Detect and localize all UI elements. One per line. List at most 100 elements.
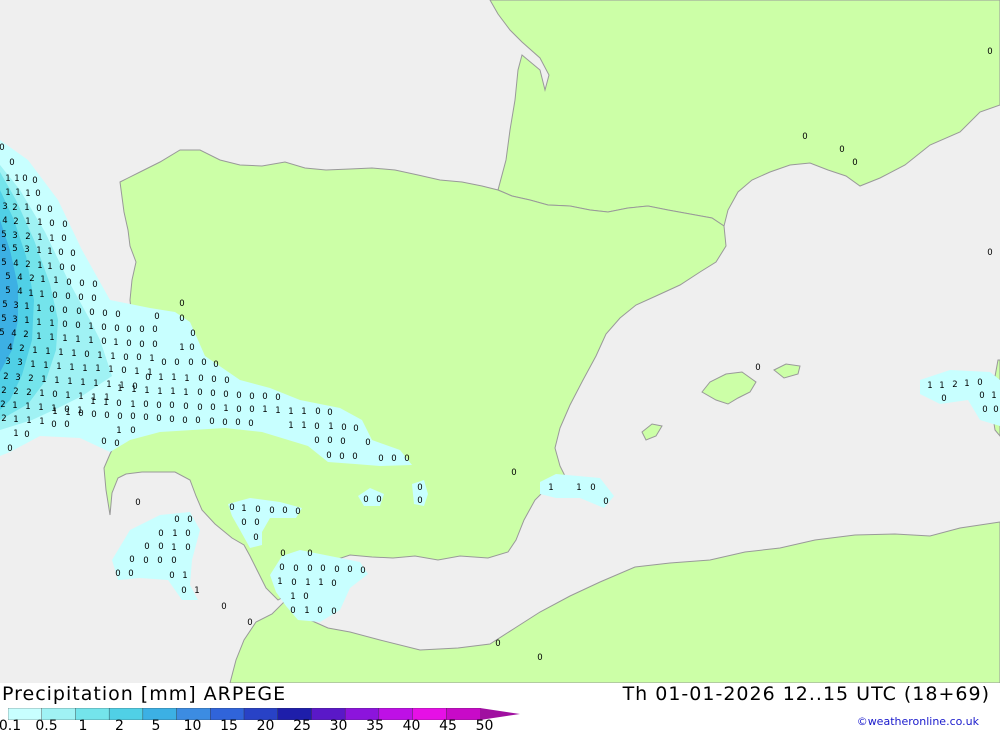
precip-value-label: 0 — [169, 415, 174, 425]
precip-value-label: 1 — [36, 332, 41, 342]
precip-value-label: 0 — [275, 393, 280, 403]
precip-value-label: 5 — [2, 300, 7, 310]
precip-value-label: 1 — [75, 335, 80, 345]
valid-time: Th 01-01-2026 12..15 UTC (18+69) — [622, 683, 990, 705]
precip-value-label: 0 — [977, 378, 982, 388]
precip-value-label: 0 — [0, 143, 5, 153]
precip-value-label: 2 — [23, 330, 28, 340]
precip-value-label: 2 — [19, 344, 24, 354]
precip-value-label: 1 — [95, 364, 100, 374]
precip-value-label: 0 — [123, 353, 128, 363]
precip-value-label: 0 — [185, 529, 190, 539]
precip-value-label: 1 — [194, 586, 199, 596]
legend-ticks: 0.1 0.5 1 2 5 10 15 20 25 30 35 40 45 50 — [0, 719, 520, 733]
precip-value-label: 0 — [247, 618, 252, 628]
precip-value-label: 0 — [511, 468, 516, 478]
precip-value-label: 1 — [45, 347, 50, 357]
precip-value-label: 5 — [1, 230, 6, 240]
precip-value-label: 1 — [37, 233, 42, 243]
precip-value-label: 1 — [39, 417, 44, 427]
precip-value-label: 0 — [197, 403, 202, 413]
precip-value-label: 1 — [318, 578, 323, 588]
precip-value-label: 1 — [179, 343, 184, 353]
precip-value-label: 5 — [0, 328, 5, 338]
precip-value-label: 0 — [143, 413, 148, 423]
precip-value-label: 1 — [964, 379, 969, 389]
precip-value-label: 0 — [201, 358, 206, 368]
precip-value-label: 0 — [154, 312, 159, 322]
precip-value-label: 1 — [14, 174, 19, 184]
precip-value-label: 0 — [211, 375, 216, 385]
precip-value-label: 1 — [88, 322, 93, 332]
precip-value-label: 1 — [171, 543, 176, 553]
precip-value-label: 1 — [116, 426, 121, 436]
precip-value-label: 0 — [135, 498, 140, 508]
precip-value-label: 1 — [24, 302, 29, 312]
credit-link[interactable]: ©weatheronline.co.uk — [857, 715, 979, 728]
precip-value-label: 1 — [47, 262, 52, 272]
precip-value-label: 5 — [1, 314, 6, 324]
precip-value-label: 0 — [66, 278, 71, 288]
precip-value-label: 0 — [982, 405, 987, 415]
precip-value-label: 0 — [341, 423, 346, 433]
precip-value-label: 0 — [347, 565, 352, 575]
precip-value-label: 1 — [49, 234, 54, 244]
precip-value-label: 2 — [952, 380, 957, 390]
precip-value-label: 0 — [136, 353, 141, 363]
precip-value-label: 4 — [7, 343, 12, 353]
precip-value-label: 0 — [331, 607, 336, 617]
precip-value-label: 0 — [64, 420, 69, 430]
precip-value-label: 0 — [340, 437, 345, 447]
precip-value-label: 2 — [3, 372, 8, 382]
precip-value-label: 0 — [158, 529, 163, 539]
precip-value-label: 1 — [47, 247, 52, 257]
precip-value-label: 1 — [28, 289, 33, 299]
precip-value-label: 0 — [195, 416, 200, 426]
precip-value-label: 1 — [25, 402, 30, 412]
precip-value-label: 1 — [97, 351, 102, 361]
precip-value-label: 1 — [301, 421, 306, 431]
legend-tick-label: 20 — [256, 718, 275, 734]
precip-value-label: 1 — [69, 363, 74, 373]
precip-value-label: 1 — [170, 387, 175, 397]
precip-value-label: 1 — [78, 392, 83, 402]
precip-value-label: 1 — [108, 365, 113, 375]
precip-value-label: 0 — [161, 358, 166, 368]
precip-value-label: 0 — [839, 145, 844, 155]
precip-value-label: 1 — [93, 379, 98, 389]
precip-value-label: 0 — [979, 391, 984, 401]
precip-value-label: 0 — [78, 293, 83, 303]
precip-value-label: 1 — [103, 398, 108, 408]
precip-value-label: 1 — [301, 407, 306, 417]
precip-value-label: 0 — [755, 363, 760, 373]
precip-value-label: 4 — [17, 273, 22, 283]
precip-value-label: 2 — [0, 400, 5, 410]
precip-value-label: 1 — [241, 504, 246, 514]
precip-value-label: 1 — [576, 483, 581, 493]
precip-value-label: 0 — [79, 279, 84, 289]
precip-value-label: 0 — [188, 358, 193, 368]
precip-value-label: 0 — [49, 219, 54, 229]
precip-value-label: 0 — [185, 543, 190, 553]
precip-value-label: 0 — [537, 653, 542, 663]
precip-value-label: 0 — [130, 412, 135, 422]
precip-value-label: 0 — [248, 419, 253, 429]
map-title: Precipitation [mm] ARPEGE — [2, 683, 287, 705]
precip-value-label: 3 — [5, 357, 10, 367]
precip-value-label: 2 — [1, 414, 6, 424]
precip-value-label: 1 — [82, 364, 87, 374]
precip-value-label: 1 — [37, 218, 42, 228]
precip-value-label: 1 — [223, 404, 228, 414]
precip-value-label: 0 — [353, 424, 358, 434]
precip-value-label: 0 — [130, 426, 135, 436]
precip-value-label: 0 — [339, 452, 344, 462]
precip-value-label: 0 — [62, 306, 67, 316]
legend-tick-label: 25 — [293, 718, 311, 734]
precip-value-label: 1 — [172, 529, 177, 539]
legend-tick-label: 45 — [439, 718, 457, 734]
precip-value-label: 1 — [277, 577, 282, 587]
precip-value-label: 0 — [282, 506, 287, 516]
precip-value-label: 0 — [126, 339, 131, 349]
precip-value-label: 0 — [62, 320, 67, 330]
precip-value-label: 1 — [62, 334, 67, 344]
